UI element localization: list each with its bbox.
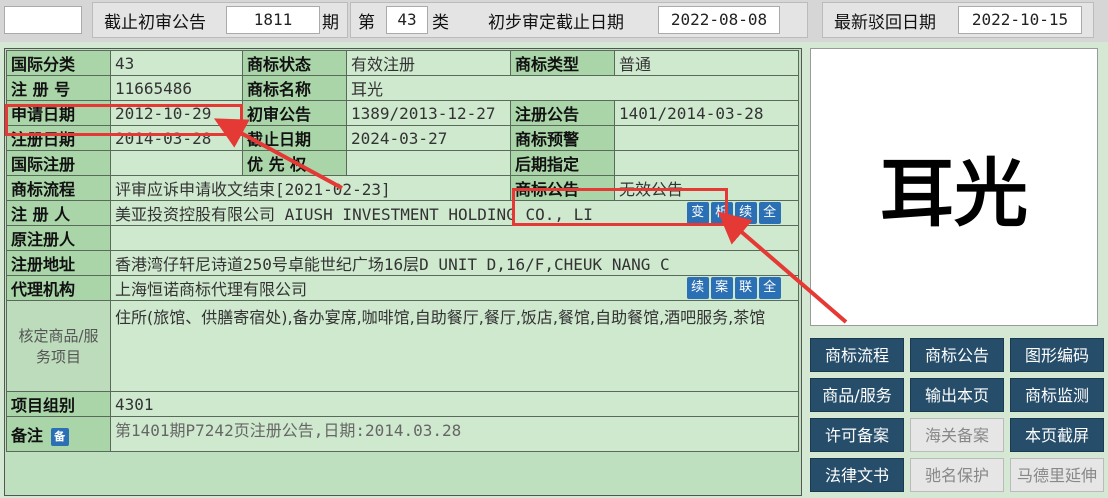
- arrow-to-tm-notice: [717, 211, 848, 324]
- annotation-arrows: [213, 118, 848, 324]
- arrow-to-apply-date: [213, 118, 343, 190]
